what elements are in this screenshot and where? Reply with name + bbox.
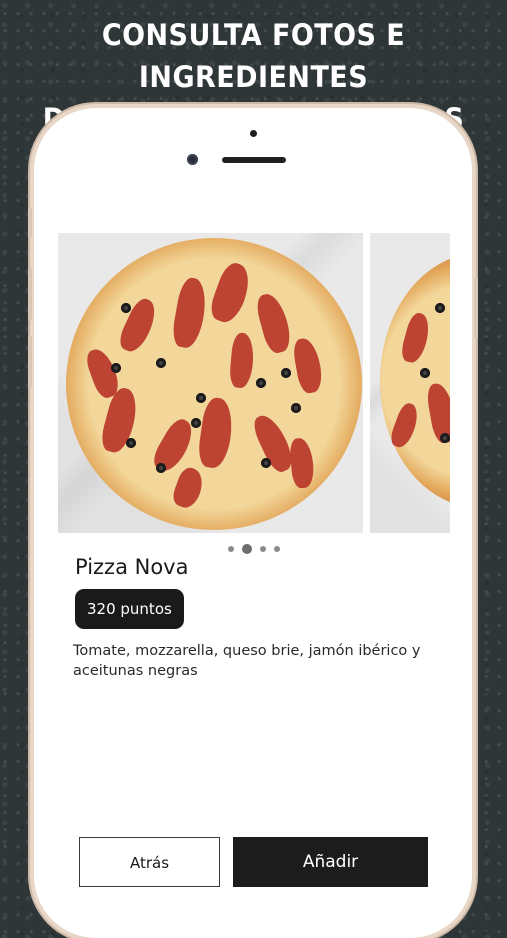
ham-slice <box>196 396 236 470</box>
olive <box>256 378 266 388</box>
carousel-slide-current[interactable] <box>58 233 363 533</box>
ham-slice <box>253 290 295 356</box>
olive <box>281 368 291 378</box>
app-screen: Pizza Nova 320 puntos Tomate, mozzarella… <box>58 233 450 900</box>
olive <box>191 418 201 428</box>
pagination-dot-active[interactable] <box>242 544 252 554</box>
add-button[interactable]: Añadir <box>233 837 428 887</box>
pagination-dot[interactable] <box>274 546 280 552</box>
ham-slice <box>387 400 423 451</box>
product-image-carousel[interactable] <box>58 233 450 533</box>
product-name: Pizza Nova <box>75 555 189 579</box>
olive <box>156 358 166 368</box>
ham-slice <box>206 259 256 327</box>
front-camera-icon <box>187 154 198 165</box>
olive <box>121 303 131 313</box>
olive <box>111 363 121 373</box>
pagination-dot[interactable] <box>228 546 234 552</box>
power-button <box>474 278 478 338</box>
olive <box>440 433 450 443</box>
ham-slice <box>291 336 325 395</box>
ham-slice <box>170 276 210 350</box>
pizza-photo <box>380 253 450 508</box>
pizza-photo <box>66 238 362 530</box>
olive <box>291 403 301 413</box>
volume-up-button <box>28 268 32 320</box>
mute-switch <box>28 208 32 238</box>
ham-slice <box>228 332 256 389</box>
back-button[interactable]: Atrás <box>79 837 220 887</box>
proximity-sensor <box>250 130 257 137</box>
pagination-dot[interactable] <box>260 546 266 552</box>
ham-slice <box>288 437 316 489</box>
olive <box>435 303 445 313</box>
product-ingredients: Tomate, mozzarella, queso brie, jamón ib… <box>73 643 421 679</box>
olive <box>261 458 271 468</box>
volume-down-button <box>28 336 32 388</box>
ham-slice <box>398 311 434 365</box>
carousel-pagination <box>58 544 450 554</box>
carousel-slide-next[interactable] <box>370 233 450 533</box>
olive <box>196 393 206 403</box>
olive <box>420 368 430 378</box>
olive <box>156 463 166 473</box>
ham-slice <box>169 464 208 512</box>
promo-headline-line-1: CONSULTA FOTOS E INGREDIENTES <box>101 18 406 94</box>
earpiece-speaker <box>222 157 286 163</box>
points-badge: 320 puntos <box>75 589 184 629</box>
olive <box>126 438 136 448</box>
